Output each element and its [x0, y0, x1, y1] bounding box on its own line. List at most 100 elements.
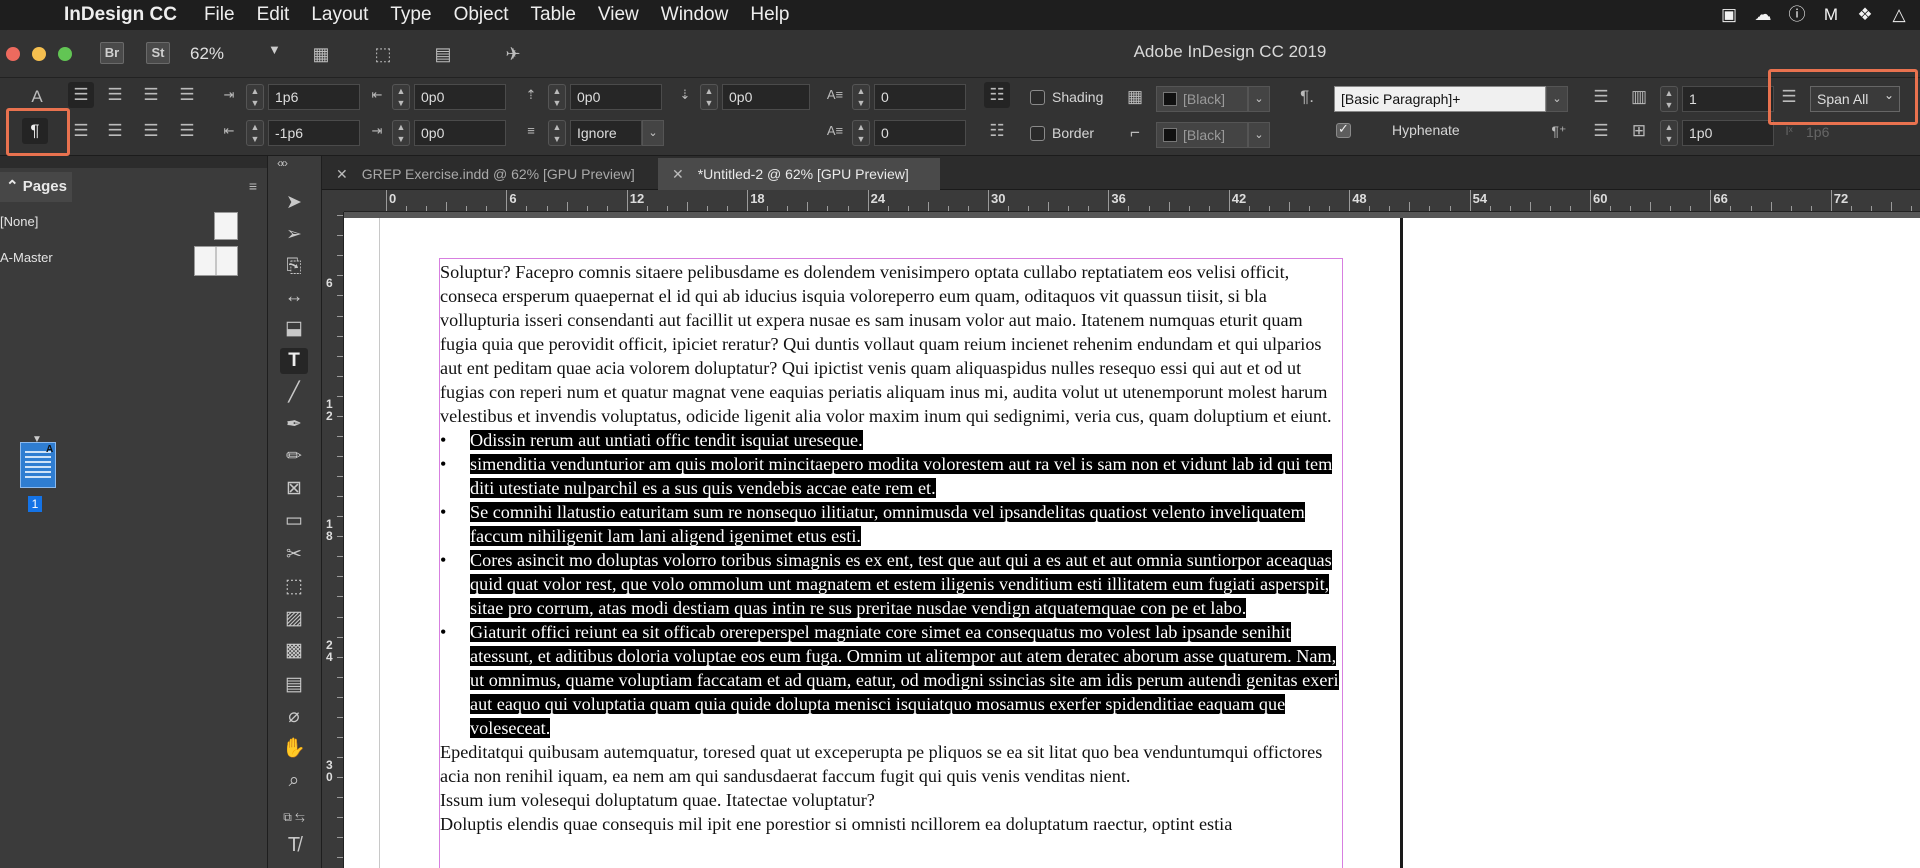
- document-canvas[interactable]: Soluptur? Facepro comnis sitaere pelibus…: [344, 212, 1920, 868]
- screen-capture-icon[interactable]: ▣: [1718, 4, 1740, 26]
- close-tab-icon[interactable]: ✕: [336, 166, 348, 182]
- content-collector-icon[interactable]: ⬓: [280, 316, 308, 342]
- bullet-text[interactable]: Giaturit offici reiunt ea sit officab or…: [470, 622, 1339, 738]
- gradient-swatch-tool-icon[interactable]: ▨: [280, 606, 308, 632]
- align-towards-spine-icon[interactable]: ☰: [174, 82, 200, 108]
- left-indent-field[interactable]: 1p6: [268, 84, 360, 110]
- hand-tool-icon[interactable]: ✋: [280, 736, 308, 762]
- justification-icon[interactable]: ☰: [1588, 84, 1614, 110]
- menu-view[interactable]: View: [587, 4, 650, 26]
- next-page-area[interactable]: [1403, 218, 1920, 868]
- right-indent-stepper[interactable]: ▲ ▼: [392, 84, 410, 110]
- screen-mode-icon[interactable]: ⬚: [370, 42, 396, 66]
- space-after-field[interactable]: 0p0: [722, 84, 810, 110]
- page-tool-icon[interactable]: ⎘: [280, 254, 308, 280]
- justify-left-icon[interactable]: ☰: [68, 118, 94, 144]
- gutter-field[interactable]: 1p0: [1682, 120, 1774, 146]
- a-master-row[interactable]: A-Master: [0, 250, 53, 265]
- none-master-row[interactable]: [None]: [0, 214, 38, 229]
- clear-overrides-icon[interactable]: ¶⁺: [1546, 118, 1572, 144]
- bullet-text[interactable]: Se comnihi llatustio eaturitam sum re no…: [470, 502, 1305, 546]
- menu-table[interactable]: Table: [520, 4, 587, 26]
- bridge-button[interactable]: Br: [100, 42, 124, 64]
- pencil-tool-icon[interactable]: ✏: [280, 444, 308, 470]
- line-spacing-icon[interactable]: ☰: [1588, 118, 1614, 144]
- shading-settings-icon[interactable]: ▦: [1122, 84, 1148, 110]
- paragraph-style-dropdown-icon[interactable]: ⌄: [1546, 86, 1568, 112]
- menu-edit[interactable]: Edit: [246, 4, 301, 26]
- close-tab-icon[interactable]: ✕: [672, 166, 684, 182]
- malwarebytes-icon[interactable]: M: [1820, 4, 1842, 26]
- zoom-dropdown-icon[interactable]: ▼: [268, 42, 281, 57]
- default-fill-stroke-icon[interactable]: ⧉ ⇆: [280, 804, 308, 830]
- zoom-tool-icon[interactable]: ⌕: [280, 768, 308, 794]
- scissors-tool-icon[interactable]: ✂: [280, 542, 308, 568]
- shading-swatch-select[interactable]: [Black]: [1156, 86, 1248, 112]
- align-to-grid-select[interactable]: Ignore: [570, 120, 642, 146]
- drop-cap-lines-field[interactable]: 0: [874, 84, 966, 110]
- zoom-level[interactable]: 62%: [190, 44, 224, 64]
- bullet-text[interactable]: simenditia vendunturior am quis molorit …: [470, 454, 1333, 498]
- formatting-affects-text-icon[interactable]: T̸: [280, 832, 308, 858]
- body-paragraph[interactable]: Epeditatqui quibusam autemquatur, torese…: [440, 740, 1342, 788]
- numbered-list-icon[interactable]: ☷: [984, 118, 1010, 144]
- border-swatch-select[interactable]: [Black]: [1156, 122, 1248, 148]
- menu-object[interactable]: Object: [443, 4, 520, 26]
- note-tool-icon[interactable]: ▤: [280, 672, 308, 698]
- arrange-documents-icon[interactable]: ▤: [430, 42, 456, 66]
- last-line-indent-field[interactable]: 0p0: [414, 120, 506, 146]
- drop-cap-lines-stepper[interactable]: ▲ ▼: [852, 84, 870, 110]
- body-paragraph[interactable]: Soluptur? Facepro comnis sitaere pelibus…: [440, 260, 1342, 428]
- menu-layout[interactable]: Layout: [300, 4, 379, 26]
- bullet-text[interactable]: Odissin rerum aut untiati offic tendit i…: [470, 430, 863, 450]
- first-line-indent-field[interactable]: -1p6: [268, 120, 360, 146]
- tab-untitled-2[interactable]: ✕ *Untitled-2 @ 62% [GPU Preview]: [658, 158, 940, 190]
- bulleted-list-icon[interactable]: ☷: [984, 82, 1010, 108]
- drive-icon[interactable]: △: [1888, 4, 1910, 26]
- direct-selection-tool-icon[interactable]: ➢: [280, 222, 308, 248]
- selection-tool-icon[interactable]: ➤: [280, 190, 308, 216]
- rectangle-frame-tool-icon[interactable]: ⊠: [280, 476, 308, 502]
- gap-tool-icon[interactable]: ↔: [280, 284, 308, 310]
- none-master-thumbnail[interactable]: [214, 212, 238, 240]
- bullet-item[interactable]: • Se comnihi llatustio eaturitam sum re n…: [440, 500, 1342, 548]
- menu-file[interactable]: File: [193, 4, 246, 26]
- space-before-field[interactable]: 0p0: [570, 84, 662, 110]
- bullet-item[interactable]: • Odissin rerum aut untiati offic tendit …: [440, 428, 1342, 452]
- creative-cloud-icon[interactable]: ☁: [1752, 4, 1774, 26]
- stock-button[interactable]: St: [146, 42, 170, 64]
- drop-cap-chars-field[interactable]: 0: [874, 120, 966, 146]
- collapse-panels-icon[interactable]: ‹‹: [277, 156, 285, 170]
- bullet-item[interactable]: • Cores asincit mo doluptas volorro torib…: [440, 548, 1342, 620]
- align-away-spine-icon[interactable]: ☰: [174, 118, 200, 144]
- horizontal-ruler[interactable]: 0 6 12 18 24 30 36 42 48 54 60 66 72: [344, 190, 1920, 212]
- space-after-stepper[interactable]: ▲ ▼: [700, 84, 718, 110]
- tab-grep-exercise[interactable]: ✕ GREP Exercise.indd @ 62% [GPU Preview]: [322, 158, 644, 190]
- hyphenate-checkbox[interactable]: [1336, 121, 1351, 138]
- justify-all-icon[interactable]: ☰: [138, 118, 164, 144]
- dropbox-icon[interactable]: ❖: [1854, 4, 1876, 26]
- justify-center-icon[interactable]: ☰: [102, 118, 128, 144]
- menu-help[interactable]: Help: [739, 4, 800, 26]
- info-icon[interactable]: ⓘ: [1786, 4, 1808, 26]
- ruler-origin[interactable]: [322, 190, 344, 212]
- character-mode-icon[interactable]: A: [24, 84, 50, 110]
- menu-type[interactable]: Type: [379, 4, 442, 26]
- shading-swatch-dropdown-icon[interactable]: ⌄: [1248, 86, 1270, 112]
- pen-tool-icon[interactable]: ✒: [280, 412, 308, 438]
- bullet-item[interactable]: • Giaturit offici reiunt ea sit officab o…: [440, 620, 1342, 740]
- body-paragraph[interactable]: Doluptis elendis quae consequis mil ipit…: [440, 812, 1342, 836]
- panel-menu-icon[interactable]: ≡: [249, 178, 257, 194]
- type-tool-icon[interactable]: T: [280, 348, 308, 374]
- body-paragraph[interactable]: Issum ium volesequi doluptatum quae. Ita…: [440, 788, 1342, 812]
- align-left-icon[interactable]: ☰: [68, 82, 94, 108]
- align-grid-stepper[interactable]: ▲ ▼: [548, 120, 566, 146]
- rectangle-tool-icon[interactable]: ▭: [280, 508, 308, 534]
- close-window-button[interactable]: [6, 47, 20, 61]
- align-grid-dropdown-icon[interactable]: ⌄: [642, 120, 664, 146]
- paragraph-style-select[interactable]: [Basic Paragraph]+: [1334, 86, 1546, 112]
- border-checkbox[interactable]: [1030, 126, 1045, 141]
- space-before-stepper[interactable]: ▲ ▼: [548, 84, 566, 110]
- page-1-number[interactable]: 1: [28, 496, 42, 512]
- first-line-indent-stepper[interactable]: ▲ ▼: [246, 120, 264, 146]
